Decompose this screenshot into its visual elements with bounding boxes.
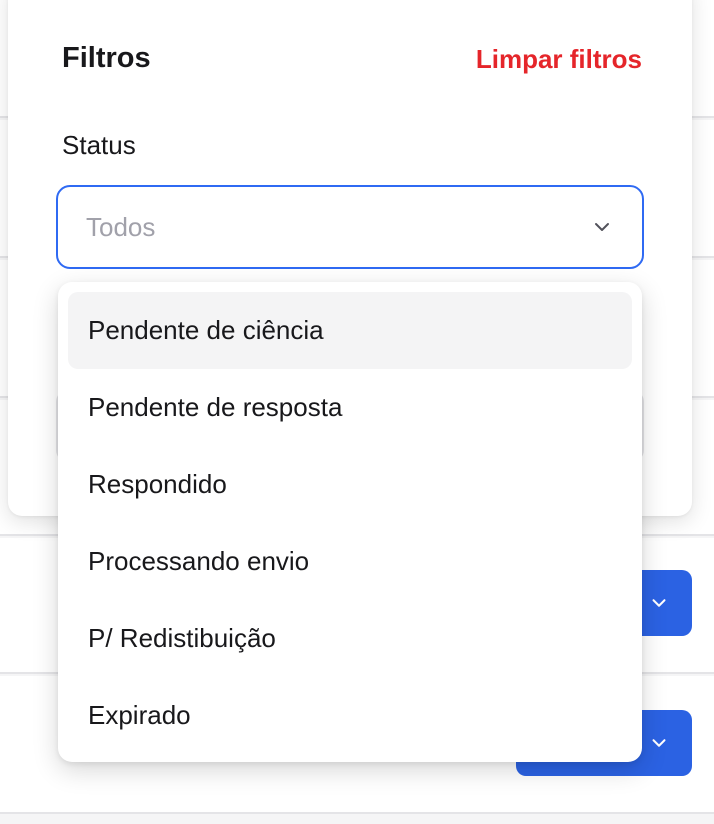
status-dropdown-menu: Pendente de ciência Pendente de resposta… xyxy=(58,282,642,762)
panel-title: Filtros xyxy=(62,42,151,74)
status-option[interactable]: Pendente de ciência xyxy=(68,292,632,369)
chevron-down-icon xyxy=(595,223,609,231)
chevron-down-icon xyxy=(652,739,666,747)
status-select[interactable]: Todos xyxy=(56,185,644,269)
status-select-value: Todos xyxy=(86,211,156,242)
status-option[interactable]: Processando envio xyxy=(68,523,632,600)
clear-filters-link[interactable]: Limpar filtros xyxy=(476,44,642,75)
status-option[interactable]: Pendente de resposta xyxy=(68,369,632,446)
status-option[interactable]: Respondido xyxy=(68,446,632,523)
chevron-down-icon xyxy=(652,599,666,607)
status-label: Status xyxy=(62,130,136,160)
status-option[interactable]: P/ Redistibuição xyxy=(68,600,632,677)
status-option[interactable]: Expirado xyxy=(68,677,632,754)
page: Filtros Limpar filtros Status Todos Pend… xyxy=(0,0,714,824)
